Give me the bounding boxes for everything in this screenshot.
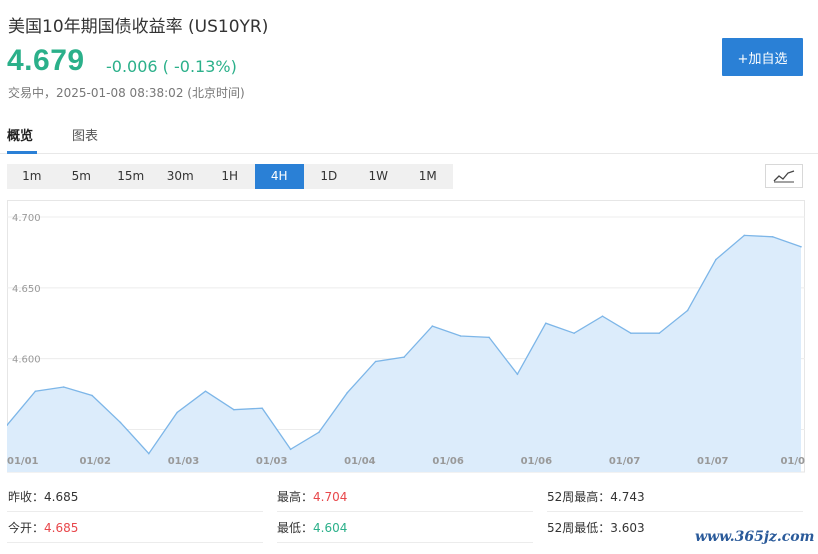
- data-point: [488, 336, 490, 339]
- low-value: 4.604: [313, 521, 348, 535]
- chart-type-button[interactable]: [765, 164, 803, 188]
- add-to-watchlist-button[interactable]: +加自选: [722, 38, 803, 76]
- x-tick-label: 01/01: [7, 456, 39, 467]
- data-point: [204, 390, 207, 393]
- period-1mo[interactable]: 1M: [403, 164, 453, 189]
- data-point: [34, 390, 37, 393]
- x-tick-label: 01/06: [432, 456, 464, 467]
- data-point: [147, 452, 150, 455]
- prev-close-label: 昨收：: [8, 490, 45, 504]
- data-point: [119, 421, 122, 424]
- period-15m[interactable]: 15m: [106, 164, 156, 189]
- x-tick-label: 01/04: [344, 456, 376, 467]
- y-tick-label: 4.600: [12, 355, 41, 366]
- w52-high-label: 52周最高：: [547, 490, 611, 504]
- open-value: 4.685: [44, 521, 79, 535]
- period-30m[interactable]: 30m: [156, 164, 206, 189]
- x-tick-label: 01/02: [79, 456, 111, 467]
- data-point: [346, 391, 349, 394]
- x-tick-label: 01/06: [521, 456, 553, 467]
- w52-low-value: 3.603: [610, 521, 645, 535]
- active-tab-indicator: [7, 151, 37, 154]
- data-point: [431, 325, 434, 327]
- data-point: [261, 407, 264, 410]
- line-chart-icon: [773, 170, 795, 183]
- x-tick-label: 01/0: [780, 456, 805, 467]
- x-tick-label: 01/03: [256, 456, 288, 467]
- data-point: [289, 448, 292, 451]
- data-point: [771, 236, 774, 238]
- stat-open: 今开：4.685: [8, 519, 78, 536]
- x-tick-label: 01/03: [168, 456, 200, 467]
- tab-bar: 概览 图表: [0, 122, 818, 154]
- divider: [277, 511, 533, 512]
- y-tick-label: 4.700: [12, 213, 41, 224]
- tab-overview[interactable]: 概览: [7, 125, 33, 144]
- period-5m[interactable]: 5m: [57, 164, 107, 189]
- stat-52w-low: 52周最低：3.603: [547, 519, 645, 536]
- stat-high: 最高：4.704: [277, 488, 347, 505]
- period-1w[interactable]: 1W: [354, 164, 404, 189]
- stat-52w-high: 52周最高：4.743: [547, 488, 645, 505]
- low-label: 最低：: [277, 521, 314, 535]
- period-4h[interactable]: 4H: [254, 164, 304, 189]
- y-tick-label: 4.650: [12, 284, 41, 295]
- trading-status: 交易中，2025-01-08 08:38:02 (北京时间): [8, 86, 245, 100]
- data-point: [403, 356, 405, 359]
- data-point: [233, 408, 235, 411]
- data-point: [601, 315, 604, 317]
- data-point: [374, 360, 377, 363]
- price-change: -0.006 ( -0.13%): [106, 57, 237, 76]
- data-point: [318, 431, 320, 434]
- data-point: [62, 386, 65, 388]
- data-point: [630, 332, 632, 334]
- site-watermark: www.365jz.com: [693, 529, 817, 545]
- w52-high-value: 4.743: [610, 490, 645, 504]
- period-1d[interactable]: 1D: [304, 164, 354, 189]
- data-point: [800, 245, 802, 248]
- x-tick-label: 01/07: [697, 456, 729, 467]
- stat-low: 最低：4.604: [277, 519, 347, 536]
- data-point: [544, 322, 547, 325]
- last-price: 4.679: [7, 44, 85, 77]
- data-point: [715, 258, 717, 261]
- stat-prev-close: 昨收：4.685: [8, 488, 78, 505]
- high-value: 4.704: [313, 490, 348, 504]
- tab-chart[interactable]: 图表: [72, 125, 98, 144]
- instrument-title: 美国10年期国债收益率 (US10YR): [8, 17, 269, 37]
- divider: [277, 542, 533, 543]
- divider: [7, 542, 263, 543]
- open-label: 今开：: [8, 521, 45, 535]
- data-point: [658, 332, 661, 334]
- divider: [547, 511, 803, 512]
- data-point: [573, 332, 575, 334]
- x-tick-label: 01/07: [609, 456, 641, 467]
- data-point: [686, 309, 689, 312]
- high-label: 最高：: [277, 490, 314, 504]
- prev-close-value: 4.685: [44, 490, 79, 504]
- data-point: [176, 411, 178, 414]
- divider: [7, 511, 263, 512]
- data-point: [459, 335, 462, 337]
- period-1m[interactable]: 1m: [7, 164, 57, 189]
- price-chart[interactable]: 4.5504.6004.6504.70001/0101/0201/0301/03…: [7, 200, 805, 474]
- data-point: [516, 373, 519, 376]
- period-selector: 1m 5m 15m 30m 1H 4H 1D 1W 1M: [7, 164, 453, 189]
- data-point: [91, 394, 93, 397]
- period-1h[interactable]: 1H: [205, 164, 255, 189]
- data-point: [743, 234, 746, 237]
- w52-low-label: 52周最低：: [547, 521, 611, 535]
